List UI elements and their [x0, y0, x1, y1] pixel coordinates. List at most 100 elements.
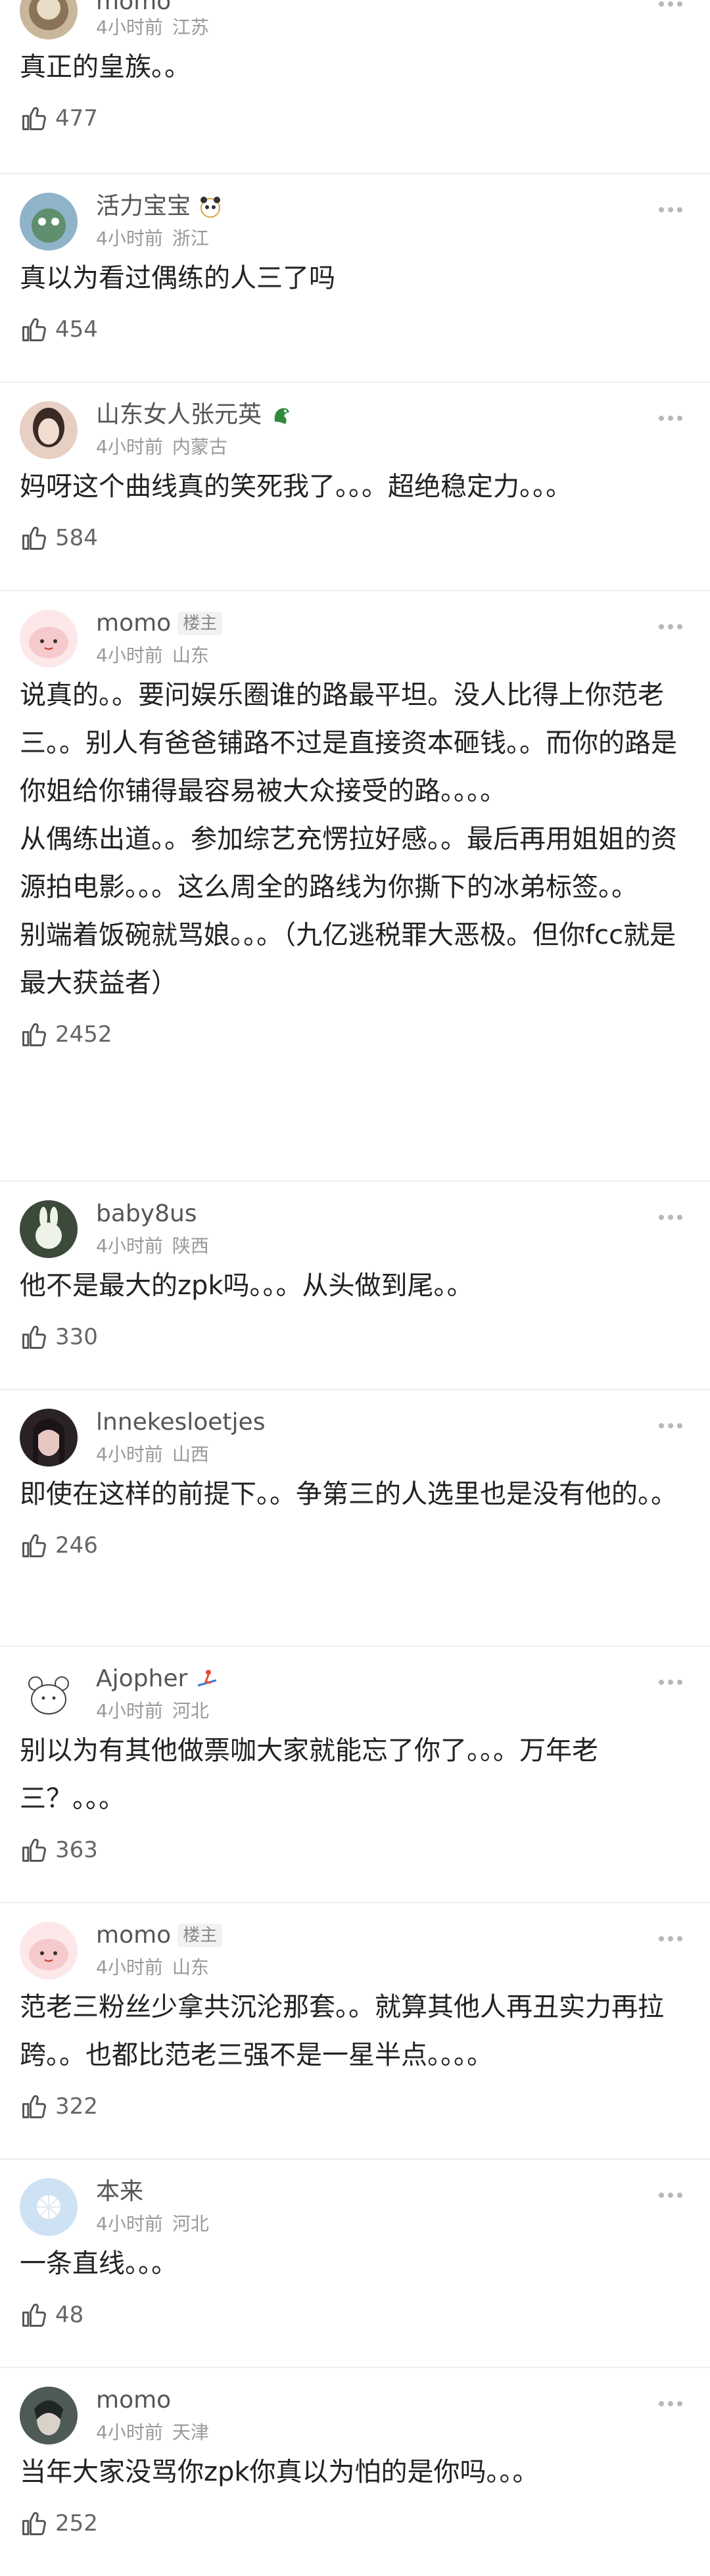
name-row: 山东女人张元英	[96, 400, 295, 430]
avatar[interactable]	[20, 1665, 78, 1723]
like-button[interactable]: 454	[20, 306, 690, 352]
like-button[interactable]: 2452	[20, 1011, 690, 1057]
comment-header: 山东女人张元英 4小时前 内蒙古	[20, 400, 690, 459]
username[interactable]: Ajopher	[96, 1664, 187, 1694]
comment-text: 说真的。。要问娱乐圈谁的路最平坦。没人比得上你范老三。。别人有爸爸铺路不过是直接…	[20, 680, 677, 998]
like-button[interactable]: 322	[20, 2083, 690, 2129]
more-icon[interactable]	[651, 1926, 690, 1952]
more-icon[interactable]	[651, 1669, 690, 1695]
comment-text: 即使在这样的前提下。。争第三的人选里也是没有他的。。	[20, 1479, 677, 1509]
thumbs-up-icon	[22, 2512, 46, 2535]
avatar[interactable]	[20, 193, 78, 251]
like-button[interactable]: 252	[20, 2500, 690, 2546]
dragon-medal-icon	[274, 408, 290, 424]
avatar-image	[20, 2178, 78, 2236]
comment-meta: 4小时前 陕西	[96, 1232, 209, 1258]
comment-meta: 4小时前 山东	[96, 641, 209, 668]
name-row: momo	[96, 2385, 171, 2416]
location: 山东	[172, 1956, 209, 1978]
comment-meta: 4小时前 山东	[96, 1953, 209, 1980]
like-button[interactable]: 363	[20, 1827, 690, 1873]
more-icon[interactable]	[651, 1204, 690, 1230]
username[interactable]: lnnekesloetjes	[96, 1407, 265, 1438]
comment-item: momo 4小时前 天津 当年大家没骂你zpk你真以为怕的是你吗。。。 252	[0, 2368, 710, 2565]
timestamp: 4小时前	[96, 436, 163, 458]
comment-text: 别以为有其他做票咖大家就能忘了你了。。。万年老三？。。。	[20, 1736, 598, 1814]
comment-meta: 4小时前 江苏	[96, 13, 209, 39]
timestamp: 4小时前	[96, 16, 163, 38]
comment-meta: 4小时前 河北	[96, 2210, 209, 2236]
like-count: 48	[55, 2302, 84, 2328]
username[interactable]: baby8us	[96, 1199, 197, 1229]
username[interactable]: momo	[96, 1920, 171, 1951]
more-icon[interactable]	[651, 1413, 690, 1439]
skier-medal-icon	[197, 1670, 217, 1687]
avatar[interactable]	[20, 610, 78, 668]
like-button[interactable]: 477	[20, 95, 690, 141]
comment-item: 活力宝宝 4小时前 浙江 真以为看过偶练的人三了吗 454	[0, 174, 710, 383]
thumbs-up-icon	[22, 1838, 46, 1862]
avatar[interactable]	[20, 401, 78, 459]
avatar-image	[20, 0, 78, 39]
comment-header: 本来 4小时前 河北	[20, 2177, 690, 2236]
comment-header: Ajopher 4小时前 河北	[20, 1664, 690, 1723]
thumbs-up-icon	[22, 1325, 46, 1349]
like-count: 252	[55, 2510, 98, 2537]
avatar[interactable]	[20, 2178, 78, 2236]
avatar[interactable]	[20, 1200, 78, 1258]
more-icon[interactable]	[651, 2182, 690, 2208]
avatar-image	[20, 1922, 78, 1980]
comment-header: lnnekesloetjes 4小时前 山西	[20, 1407, 690, 1467]
timestamp: 4小时前	[96, 228, 163, 249]
more-icon[interactable]	[651, 2391, 690, 2417]
like-button[interactable]: 330	[20, 1314, 690, 1360]
comment-item: momo 楼主 4小时前 山东 范老三粉丝少拿共沉沦那套。。就算其他人再丑实力再拉…	[0, 1903, 710, 2160]
timestamp: 4小时前	[96, 1444, 163, 1465]
comment-text: 他不是最大的zpk吗。。。从头做到尾。。	[20, 1271, 473, 1301]
avatar[interactable]	[20, 1922, 78, 1980]
like-count: 584	[55, 525, 98, 551]
timestamp: 4小时前	[96, 1956, 163, 1978]
comment-header: momo 楼主 4小时前 山东	[20, 1920, 690, 1980]
like-button[interactable]: 48	[20, 2292, 690, 2338]
comment-header: momo 4小时前 江苏	[20, 0, 690, 39]
location: 山西	[172, 1444, 209, 1465]
comment-item: Ajopher 4小时前 河北 别以为有其他做票咖大家就能忘了你了。。。万年老三？…	[0, 1647, 710, 1903]
avatar[interactable]	[20, 1409, 78, 1467]
comment-header: 活力宝宝 4小时前 浙江	[20, 191, 690, 251]
avatar-image	[20, 2387, 78, 2444]
like-button[interactable]: 584	[20, 515, 690, 561]
comment-item: 本来 4小时前 河北 一条直线。。。 48	[0, 2160, 710, 2368]
comment-meta: 4小时前 内蒙古	[96, 433, 227, 459]
username[interactable]: 本来	[96, 2177, 143, 2207]
avatar-image	[20, 1665, 78, 1723]
comment-header: momo 楼主 4小时前 山东	[20, 608, 690, 668]
like-count: 363	[55, 1837, 98, 1863]
timestamp: 4小时前	[96, 2421, 163, 2443]
thumbs-up-icon	[22, 107, 46, 130]
avatar[interactable]	[20, 2387, 78, 2444]
username[interactable]: momo	[96, 608, 171, 639]
like-count: 477	[55, 105, 98, 132]
avatar-image	[20, 193, 78, 251]
location: 浙江	[172, 228, 209, 249]
more-icon[interactable]	[651, 614, 690, 640]
comment-text: 真正的皇族。。	[20, 52, 191, 82]
like-button[interactable]: 246	[20, 1522, 690, 1568]
op-badge: 楼主	[178, 1924, 223, 1947]
more-icon[interactable]	[651, 197, 690, 223]
avatar[interactable]	[20, 0, 78, 39]
username[interactable]: 活力宝宝	[96, 191, 191, 222]
thumbs-up-icon	[22, 2095, 46, 2118]
more-icon[interactable]	[651, 405, 690, 431]
like-count: 246	[55, 1532, 98, 1559]
thumbs-up-icon	[22, 526, 46, 550]
like-count: 454	[55, 316, 98, 343]
username[interactable]: 山东女人张元英	[96, 400, 262, 430]
username[interactable]: momo	[96, 2385, 171, 2416]
comment-text: 当年大家没骂你zpk你真以为怕的是你吗。。。	[20, 2457, 539, 2487]
comment-meta: 4小时前 浙江	[96, 224, 209, 251]
more-icon[interactable]	[651, 0, 690, 17]
avatar-image	[20, 610, 78, 668]
comment-text: 一条直线。。。	[20, 2248, 178, 2279]
